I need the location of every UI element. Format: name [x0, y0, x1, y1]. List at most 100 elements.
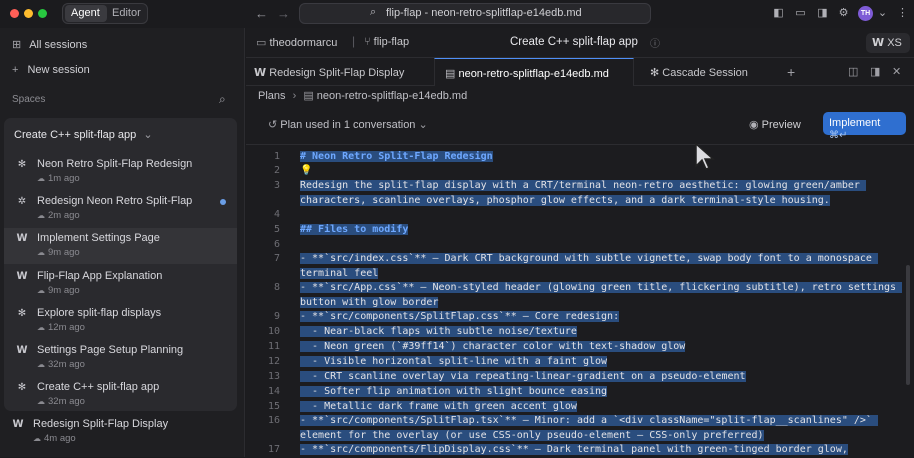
tab-label: neon-retro-splitflap-e14edb.md — [458, 68, 609, 80]
line-number: 4 — [273, 209, 280, 220]
folder-icon: ▭ — [256, 37, 270, 49]
code-line: - **`src/components/SplitFlap.tsx`** — M… — [300, 414, 900, 444]
windsurf-icon: 𝗪 — [16, 270, 28, 282]
code-line: - Softer flip animation with slight boun… — [300, 385, 900, 400]
eye-icon: ◉ — [749, 119, 762, 131]
code-text: - **`src/index.css`** — Dark CRT backgro… — [300, 253, 878, 279]
code-text: - Softer flip animation with slight boun… — [300, 386, 608, 397]
repo-owner-label: theodormarcu — [269, 37, 338, 49]
spaces-heading: Spaces — [12, 94, 46, 105]
code-text: - CRT scanline overlay via repeating-lin… — [300, 371, 746, 382]
chevron-down-icon[interactable]: ⌄ — [876, 7, 889, 20]
line-number: 11 — [267, 341, 280, 352]
line-number: 10 — [267, 326, 280, 337]
space-card: Create C++ split-flap app ⌄ ✻ Neon Retro … — [4, 118, 237, 411]
tab-bar: 𝗪 Redesign Split-Flap Display ▤ neon-ret… — [246, 58, 914, 86]
command-search-bar[interactable]: ⌕ flip-flap - neon-retro-splitflap-e14ed… — [299, 3, 651, 24]
session-item[interactable]: 𝗪 Settings Page Setup Planning ☁ 32m ago — [4, 340, 237, 376]
editor-mode-button[interactable]: Editor — [112, 7, 141, 19]
plan-used-label: Plan used in 1 conversation — [280, 119, 416, 131]
flower-icon: ✻ — [650, 67, 663, 79]
session-time-label: 1m ago — [48, 173, 80, 184]
session-time: ☁ 32m ago — [37, 396, 85, 407]
new-session-item[interactable]: + New session — [12, 64, 90, 76]
all-sessions-item[interactable]: ⊞ All sessions — [12, 38, 87, 51]
session-item[interactable]: 𝗪 Flip-Flap App Explanation ☁ 9m ago — [4, 266, 237, 302]
chevron-right-icon: › — [292, 90, 297, 102]
size-badge[interactable]: 𝗪 XS — [866, 33, 910, 53]
code-line: - Metallic dark frame with green accent … — [300, 400, 900, 415]
code-text: - **`src/components/SplitFlap.tsx`** — M… — [300, 415, 878, 441]
file-icon: ▤ — [303, 90, 317, 102]
plan-toolbar: ↺ Plan used in 1 conversation ⌄ ◉ Previe… — [246, 108, 914, 142]
more-icon[interactable]: ⋮ — [896, 7, 909, 20]
breadcrumb-plans[interactable]: Plans — [258, 90, 286, 102]
tab-redesign[interactable]: 𝗪 Redesign Split-Flap Display — [246, 58, 434, 86]
session-item[interactable]: 𝗪 Implement Settings Page ☁ 9m ago — [4, 228, 237, 265]
session-time-label: 32m ago — [48, 396, 85, 408]
code-line: - **`src/components/FlipDisplay.css`** —… — [300, 443, 900, 458]
branch-label: flip-flap — [373, 36, 410, 48]
repo-owner[interactable]: ▭ theodormarcu — [256, 36, 337, 49]
code-text: - **`src/components/FlipDisplay.css`** —… — [300, 444, 848, 455]
implement-button[interactable]: Implement ⌘↵ — [823, 112, 906, 141]
session-name: Implement Settings Page — [37, 232, 160, 245]
split-view-icon[interactable]: ◫ — [848, 65, 858, 78]
grid-icon: ⊞ — [12, 39, 22, 51]
code-text: - **`src/App.css`** — Neon-styled header… — [300, 282, 903, 308]
panel-bottom-icon[interactable]: ▭ — [794, 7, 807, 20]
unread-dot — [220, 199, 226, 206]
line-number: 8 — [273, 282, 280, 293]
session-name: Create C++ split-flap app — [37, 381, 160, 394]
close-icon[interactable]: ✕ — [892, 65, 901, 78]
new-tab-icon[interactable]: + — [787, 64, 795, 80]
code-line: - Neon green (`#39ff14`) character color… — [300, 340, 900, 355]
code-line: - Near-black flaps with subtle noise/tex… — [300, 325, 900, 340]
avatar[interactable]: TH — [858, 6, 873, 21]
session-time-label: 12m ago — [48, 321, 85, 333]
forward-arrow-icon[interactable]: → — [277, 6, 290, 21]
panel-left-icon[interactable]: ◧ — [772, 7, 785, 20]
layout-icon[interactable]: ◨ — [870, 65, 880, 78]
session-item[interactable]: ✻ Create C++ split-flap app ☁ 32m ago — [4, 377, 237, 413]
session-item[interactable]: ✻ Neon Retro Split-Flap Redesign ☁ 1m ago — [4, 154, 237, 190]
flower-icon: ✻ — [17, 159, 27, 170]
code-line: 💡 — [300, 164, 900, 179]
session-time: ☁ 9m ago — [37, 247, 80, 258]
panel-right-icon[interactable]: ◨ — [816, 7, 829, 20]
tab-cascade[interactable]: ✻ Cascade Session — [638, 58, 778, 86]
cloud-icon: ☁ — [37, 285, 45, 295]
chevron-down-icon: ⌄ — [415, 119, 428, 131]
code-text: - Visible horizontal split-line with a f… — [300, 356, 608, 367]
tab-label: Redesign Split-Flap Display — [269, 67, 405, 79]
scrollbar[interactable] — [906, 265, 910, 385]
code-text: ## Files to modify — [300, 224, 409, 235]
gear-icon[interactable]: ⚙ — [837, 7, 850, 20]
agent-mode-button[interactable]: Agent — [65, 5, 107, 22]
session-item[interactable]: ✲ Redesign Neon Retro Split-Flap ☁ 2m ago — [4, 191, 237, 227]
preview-button[interactable]: ◉ Preview — [749, 118, 801, 131]
help-icon[interactable]: ⓘ — [650, 35, 660, 50]
session-item[interactable]: ✻ Explore split-flap displays ☁ 12m ago — [4, 303, 237, 339]
session-time: ☁ 1m ago — [37, 173, 80, 184]
plan-used-dropdown[interactable]: ↺ Plan used in 1 conversation ⌄ — [268, 118, 428, 131]
line-number: 15 — [267, 401, 280, 412]
session-name: Settings Page Setup Planning — [37, 344, 184, 356]
implement-shortcut: ⌘↵ — [829, 130, 848, 141]
windsurf-icon: 𝗪 — [12, 419, 24, 430]
sidebar: ⊞ All sessions + New session Spaces ⌕ Crea… — [0, 28, 245, 457]
minimize-window-button[interactable] — [24, 9, 33, 18]
branch[interactable]: ⑂ flip-flap — [364, 36, 409, 48]
code-line: - CRT scanline overlay via repeating-lin… — [300, 370, 900, 385]
tab-neon-retro[interactable]: ▤ neon-retro-splitflap-e14edb.md — [434, 58, 634, 86]
code-line: - **`src/index.css`** — Dark CRT backgro… — [300, 252, 900, 282]
code-editor[interactable]: 1 # Neon Retro Split-Flap Redesign 2 💡 3 Rede… — [246, 144, 914, 457]
close-window-button[interactable] — [10, 9, 19, 18]
space-title[interactable]: Create C++ split-flap app ⌄ — [14, 128, 153, 141]
session-item[interactable]: 𝗪 Redesign Split-Flap Display ☁ 4m ago — [0, 414, 233, 450]
search-icon[interactable]: ⌕ — [219, 92, 226, 107]
maximize-window-button[interactable] — [38, 9, 47, 18]
all-sessions-label: All sessions — [29, 39, 88, 51]
code-line: # Neon Retro Split-Flap Redesign — [300, 150, 900, 165]
back-arrow-icon[interactable]: ← — [255, 6, 268, 21]
